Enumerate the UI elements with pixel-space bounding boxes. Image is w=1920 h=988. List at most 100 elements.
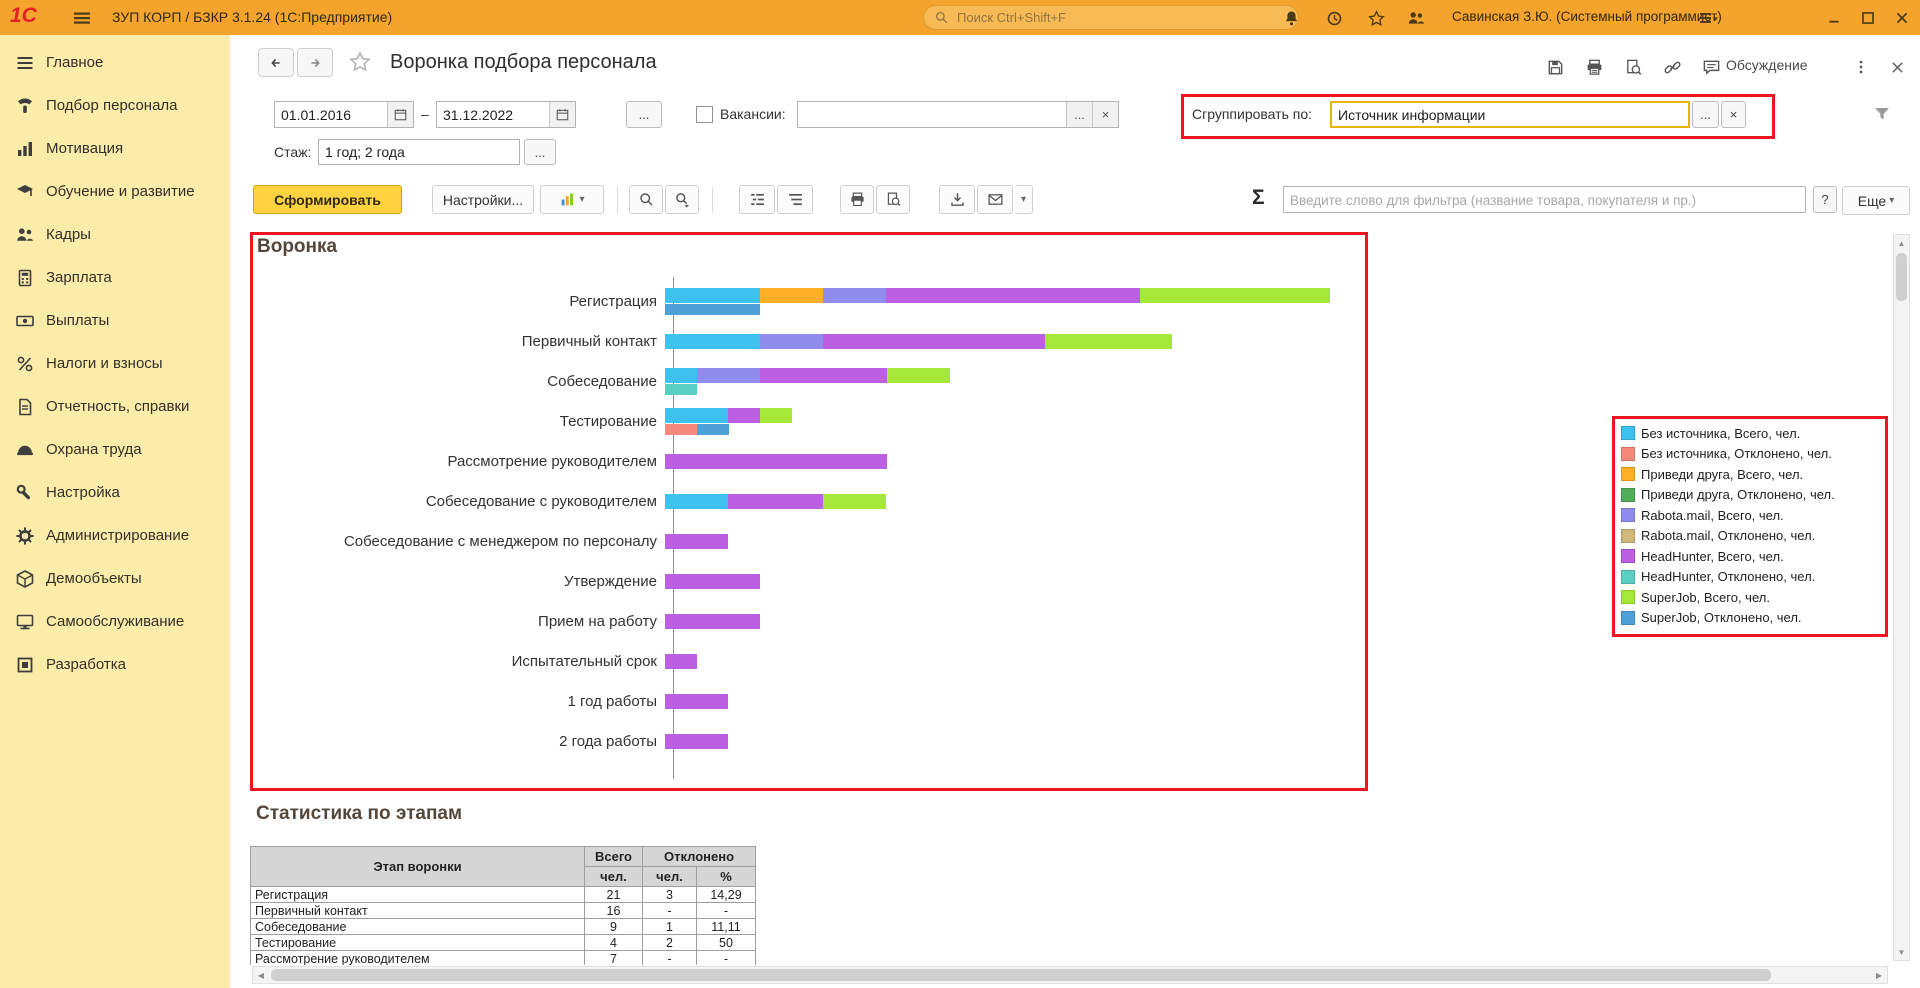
global-search-input[interactable] [955, 9, 1288, 26]
bar-segment-no_source_total[interactable] [665, 407, 728, 423]
group-by-clear-icon[interactable]: × [1721, 101, 1746, 128]
favorites-star-icon[interactable] [1364, 7, 1388, 29]
vertical-scrollbar-thumb[interactable] [1896, 253, 1907, 301]
bar-segment-rabota_total[interactable] [760, 333, 823, 349]
sidebar-item-salary[interactable]: Зарплата [0, 256, 230, 299]
sidebar-item-motivation[interactable]: Мотивация [0, 127, 230, 170]
send-email-button[interactable] [977, 185, 1013, 214]
toolbar-preview-button[interactable] [876, 185, 910, 214]
sidebar-item-taxes[interactable]: Налоги и взносы [0, 342, 230, 385]
notifications-bell-icon[interactable] [1279, 7, 1303, 29]
sidebar-item-demo-objects[interactable]: Демообъекты [0, 557, 230, 600]
service-menu-icon[interactable] [1697, 7, 1721, 29]
bar-segment-friend_total[interactable] [760, 287, 823, 303]
close-report-icon[interactable] [1882, 52, 1912, 82]
discussion-icon[interactable] [1696, 52, 1726, 82]
bar-segment-superjob_total[interactable] [823, 493, 886, 509]
legend-item[interactable]: Без источника, Всего, чел. [1621, 423, 1835, 444]
window-maximize-icon[interactable] [1854, 5, 1882, 30]
sidebar-item-payments[interactable]: Выплаты [0, 299, 230, 342]
legend-item[interactable]: Приведи друга, Отклонено, чел. [1621, 485, 1835, 506]
legend-item[interactable]: Без источника, Отклонено, чел. [1621, 444, 1835, 465]
more-button[interactable]: Еще ▾ [1842, 186, 1910, 215]
bar-segment-hh_total[interactable] [665, 453, 887, 469]
bar-segment-no_source_declined[interactable] [665, 423, 697, 435]
horizontal-scrollbar[interactable]: ◀ ▶ [252, 966, 1888, 984]
save-icon[interactable] [1540, 52, 1570, 82]
vertical-scrollbar[interactable]: ▲ ▼ [1893, 234, 1910, 961]
back-button[interactable] [258, 48, 294, 77]
bar-segment-no_source_total[interactable] [665, 493, 728, 509]
bar-segment-rabota_total[interactable] [697, 367, 760, 383]
vacancies-input[interactable] [798, 102, 1066, 127]
link-icon[interactable] [1657, 52, 1687, 82]
group-by-select-button[interactable]: ... [1692, 101, 1719, 128]
window-close-icon[interactable] [1888, 5, 1916, 30]
legend-item[interactable]: Приведи друга, Всего, чел. [1621, 464, 1835, 485]
bar-segment-superjob_total[interactable] [1140, 287, 1330, 303]
generate-button[interactable]: Сформировать [253, 185, 402, 214]
vacancies-clear-icon[interactable]: × [1092, 102, 1118, 127]
bar-segment-hh_total[interactable] [665, 613, 760, 629]
horizontal-scrollbar-thumb[interactable] [271, 969, 1771, 981]
date-to-input[interactable] [437, 102, 549, 127]
calendar-icon[interactable] [549, 102, 575, 127]
sidebar-item-administration[interactable]: Администрирование [0, 514, 230, 557]
global-search[interactable] [923, 5, 1299, 30]
experience-input[interactable] [318, 139, 520, 165]
sidebar-item-labor-safety[interactable]: Охрана труда [0, 428, 230, 471]
bar-segment-hh_total[interactable] [665, 533, 728, 549]
sidebar-item-main[interactable]: Главное [0, 41, 230, 84]
legend-item[interactable]: HeadHunter, Отклонено, чел. [1621, 567, 1835, 588]
sidebar-item-development[interactable]: Разработка [0, 643, 230, 686]
sidebar-item-recruitment[interactable]: Подбор персонала [0, 84, 230, 127]
bar-segment-hh_total[interactable] [665, 733, 728, 749]
sidebar-item-hr[interactable]: Кадры [0, 213, 230, 256]
scroll-down-icon[interactable]: ▼ [1894, 944, 1909, 960]
zoom-search-button[interactable] [629, 185, 663, 214]
1c-logo[interactable]: 1С [10, 4, 37, 28]
filter-funnel-icon[interactable] [1872, 104, 1892, 129]
scroll-right-icon[interactable]: ▶ [1871, 967, 1887, 983]
main-menu-icon[interactable] [70, 7, 94, 29]
bar-segment-superjob_total[interactable] [1045, 333, 1172, 349]
print-preview-icon[interactable] [1618, 52, 1648, 82]
bar-segment-hh_total[interactable] [665, 693, 728, 709]
settings-button[interactable]: Настройки... [432, 185, 534, 214]
more-actions-dots-icon[interactable] [1850, 52, 1872, 82]
bar-segment-hh_total[interactable] [728, 407, 760, 423]
bar-segment-hh_total[interactable] [760, 367, 887, 383]
bar-segment-hh_total[interactable] [823, 333, 1045, 349]
bar-segment-superjob_total[interactable] [887, 367, 950, 383]
favorite-page-star-icon[interactable] [348, 50, 372, 79]
bar-segment-hh_total[interactable] [886, 287, 1140, 303]
bar-segment-no_source_total[interactable] [665, 287, 760, 303]
legend-item[interactable]: Rabota.mail, Отклонено, чел. [1621, 526, 1835, 547]
period-options-button[interactable]: ... [626, 101, 662, 128]
bar-segment-superjob_total[interactable] [760, 407, 792, 423]
help-button[interactable]: ? [1813, 186, 1837, 213]
date-from-input[interactable] [275, 102, 387, 127]
sidebar-item-setup[interactable]: Настройка [0, 471, 230, 514]
users-icon[interactable] [1404, 7, 1428, 29]
print-icon[interactable] [1579, 52, 1609, 82]
expand-groups-button[interactable] [777, 185, 813, 214]
discussion-label[interactable]: Обсуждение [1726, 57, 1808, 73]
current-user[interactable]: Савинская З.Ю. (Системный программист) [1452, 9, 1722, 24]
bar-segment-superjob_declined[interactable] [665, 303, 760, 315]
calendar-icon[interactable] [387, 102, 413, 127]
legend-item[interactable]: Rabota.mail, Всего, чел. [1621, 505, 1835, 526]
email-options-chevron-icon[interactable]: ▾ [1015, 185, 1033, 214]
legend-item[interactable]: HeadHunter, Всего, чел. [1621, 546, 1835, 567]
collapse-groups-button[interactable] [739, 185, 775, 214]
download-button[interactable] [939, 185, 975, 214]
bar-segment-no_source_total[interactable] [665, 333, 760, 349]
window-minimize-icon[interactable] [1820, 5, 1848, 30]
experience-options-button[interactable]: ... [524, 139, 556, 165]
bar-segment-superjob_declined[interactable] [697, 423, 729, 435]
bar-segment-hh_total[interactable] [665, 653, 697, 669]
bar-segment-hh_total[interactable] [728, 493, 823, 509]
bar-segment-hh_total[interactable] [665, 573, 760, 589]
toolbar-print-button[interactable] [840, 185, 874, 214]
sum-sigma-icon[interactable]: Σ [1252, 186, 1265, 210]
